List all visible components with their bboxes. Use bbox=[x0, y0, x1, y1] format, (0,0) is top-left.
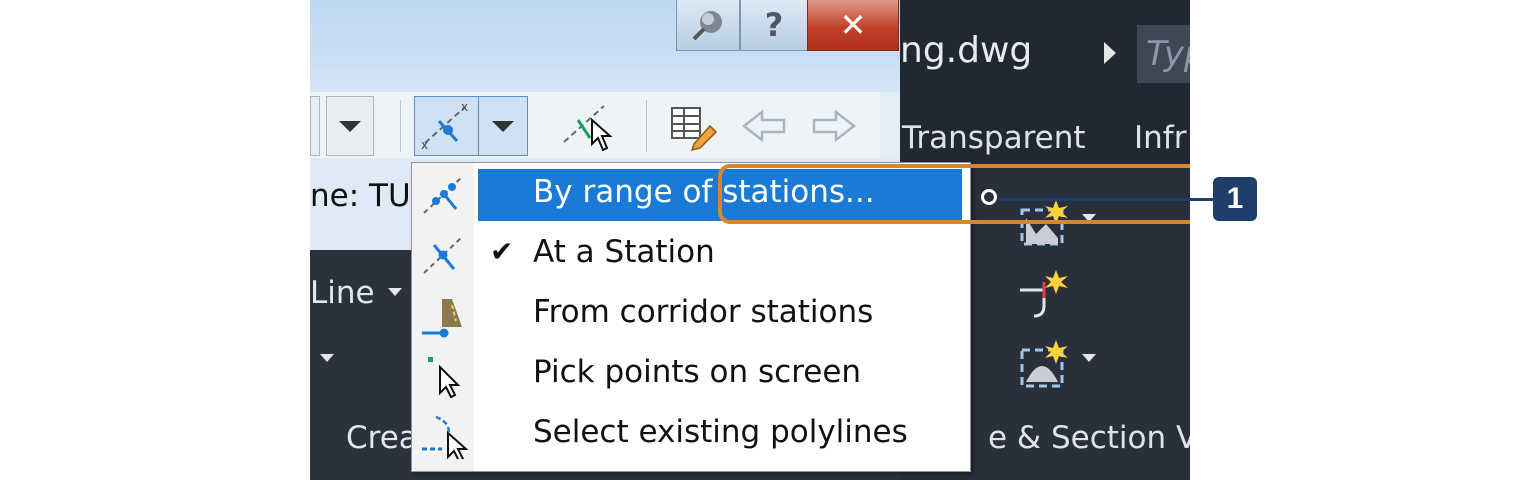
menu-item-label: From corridor stations bbox=[533, 294, 874, 330]
select-polylines-icon bbox=[422, 415, 468, 459]
callout-leader-line bbox=[999, 198, 1213, 201]
toolbar-dropdown-button[interactable] bbox=[326, 96, 374, 156]
range-stations-icon bbox=[423, 176, 463, 214]
station-create-icon[interactable] bbox=[1016, 266, 1076, 326]
sample-line-icon: x x bbox=[421, 100, 468, 152]
ribbon-line-label[interactable]: Line bbox=[310, 275, 375, 311]
callout-highlight-ring bbox=[718, 164, 1190, 224]
chevron-down-icon bbox=[492, 121, 514, 132]
tab-transparent[interactable]: Transparent bbox=[902, 120, 1086, 156]
svg-text:x: x bbox=[461, 100, 468, 114]
dropdown-arrow-icon[interactable] bbox=[320, 354, 334, 362]
menu-item-at-a-station[interactable]: ✔ At a Station bbox=[412, 225, 970, 283]
dropdown-arrow-icon[interactable] bbox=[1082, 354, 1096, 362]
section-view-create-icon[interactable] bbox=[1016, 336, 1076, 396]
menu-item-label: Select existing polylines bbox=[533, 414, 908, 450]
close-icon: ✕ bbox=[839, 6, 867, 44]
menu-item-select-existing-polylines[interactable]: Select existing polylines bbox=[412, 405, 970, 463]
sample-line-tool-button[interactable]: x x bbox=[414, 96, 480, 156]
pin-button[interactable] bbox=[676, 0, 740, 51]
table-edit-icon[interactable] bbox=[666, 100, 720, 152]
pin-icon bbox=[692, 11, 722, 41]
at-station-icon bbox=[423, 236, 463, 274]
toolbar-separator bbox=[400, 100, 401, 152]
select-sample-line-icon[interactable] bbox=[556, 98, 620, 154]
panel-title-create: Crea bbox=[346, 420, 418, 456]
search-placeholder: Typ bbox=[1146, 34, 1190, 74]
callout-number-badge: 1 bbox=[1213, 177, 1257, 221]
help-icon: ? bbox=[764, 6, 784, 44]
corridor-stations-icon bbox=[422, 299, 462, 338]
pick-points-icon bbox=[428, 357, 461, 399]
redo-arrow-icon[interactable] bbox=[806, 106, 860, 146]
toolbar-separator bbox=[646, 100, 647, 152]
dropdown-arrow-icon[interactable] bbox=[388, 288, 402, 296]
undo-arrow-icon[interactable] bbox=[738, 106, 792, 146]
toolbar-button-partial[interactable] bbox=[310, 96, 320, 156]
breadcrumb-arrow-icon[interactable] bbox=[1104, 42, 1116, 64]
drawing-filename: ng.dwg bbox=[900, 30, 1033, 71]
checkmark-icon: ✔ bbox=[490, 235, 514, 268]
svg-text:x: x bbox=[421, 138, 428, 152]
menu-item-label: At a Station bbox=[533, 234, 715, 270]
tab-infrastructure[interactable]: Infr bbox=[1134, 120, 1186, 156]
screenshot: ng.dwg Typ Transparent Infr e & Section … bbox=[310, 0, 1190, 480]
sample-line-dropdown-button[interactable] bbox=[478, 96, 528, 156]
help-button[interactable]: ? bbox=[740, 0, 808, 51]
callout-anchor-dot bbox=[981, 189, 997, 205]
menu-item-pick-points-on-screen[interactable]: Pick points on screen bbox=[412, 345, 970, 403]
close-button[interactable]: ✕ bbox=[807, 0, 899, 51]
chevron-down-icon bbox=[339, 121, 361, 132]
panel-title-section-views: e & Section Vie bbox=[988, 420, 1190, 456]
menu-item-from-corridor-stations[interactable]: From corridor stations bbox=[412, 285, 970, 343]
menu-item-label: Pick points on screen bbox=[533, 354, 862, 390]
